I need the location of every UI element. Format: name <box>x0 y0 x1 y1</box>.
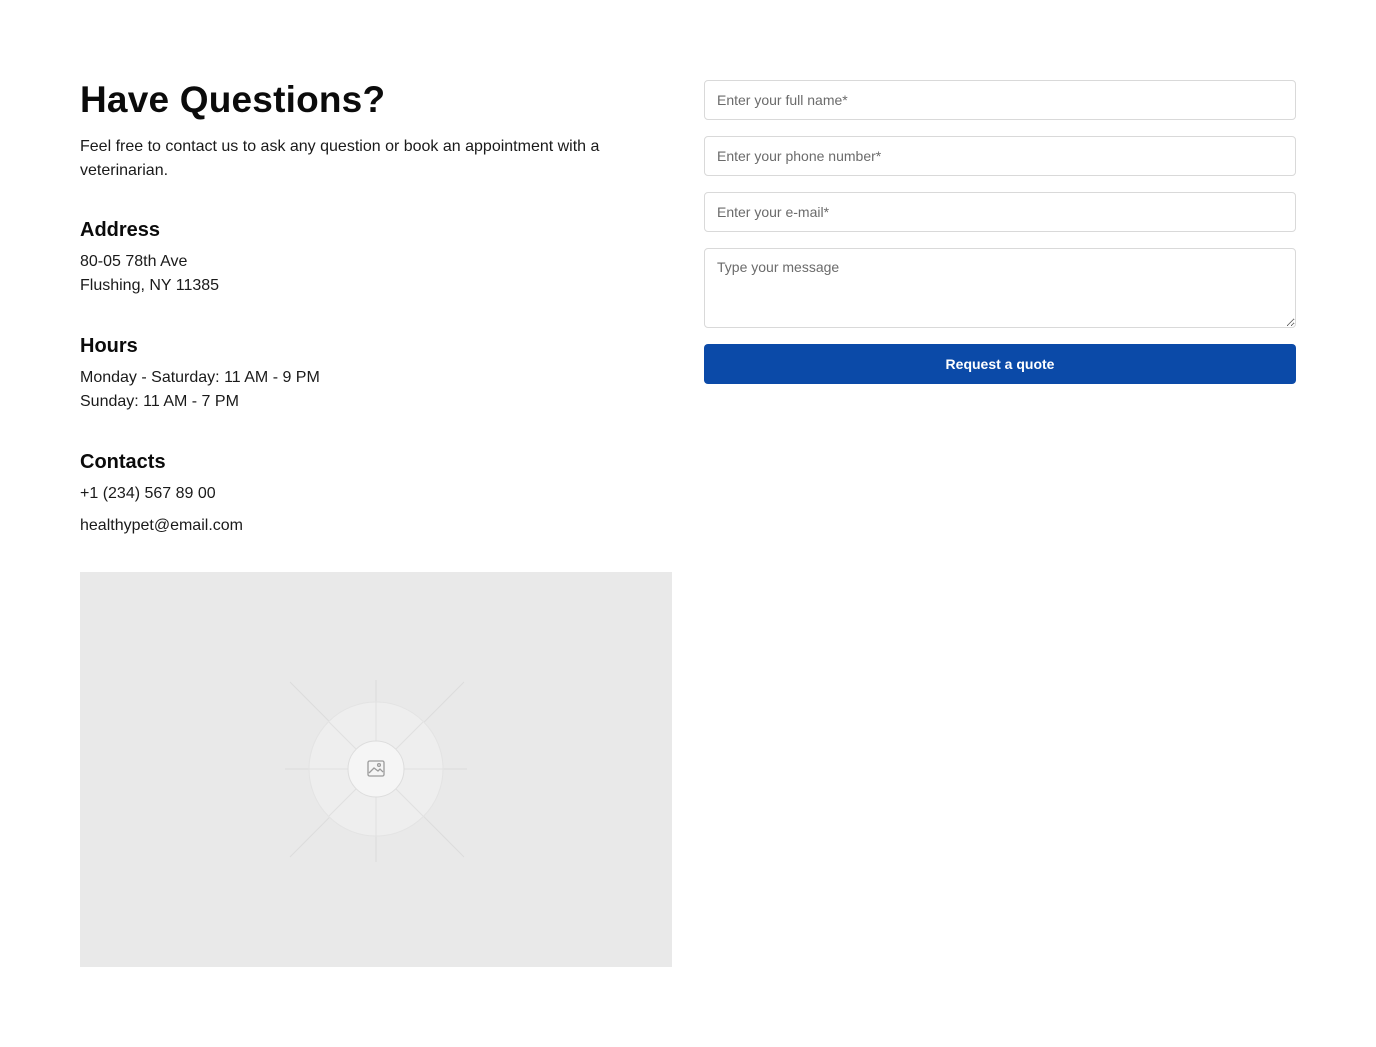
hours-line-weekdays: Monday - Saturday: 11 AM - 9 PM <box>80 369 320 386</box>
address-line-2: Flushing, NY 11385 <box>80 277 220 294</box>
address-heading: Address <box>80 219 161 241</box>
email-link[interactable]: healthypet@email.com <box>80 514 243 538</box>
address-section: Address 80-05 78th Ave Flushing, NY 1138… <box>80 216 219 298</box>
page-title: Have Questions? <box>80 79 386 120</box>
hours-heading: Hours <box>80 335 138 357</box>
contacts-section: Contacts +1 (234) 567 89 00 healthypet@e… <box>80 448 243 538</box>
image-placeholder-icon <box>285 680 467 862</box>
phone-number-input[interactable] <box>704 136 1296 176</box>
contacts-heading: Contacts <box>80 451 166 473</box>
hours-line-sunday: Sunday: 11 AM - 7 PM <box>80 393 239 410</box>
phone-link[interactable]: +1 (234) 567 89 00 <box>80 482 243 506</box>
map-image-placeholder <box>80 572 672 967</box>
quote-form: Request a quote <box>704 80 1296 384</box>
request-quote-button[interactable]: Request a quote <box>704 344 1296 384</box>
contact-info: Have Questions? Feel free to contact us … <box>80 76 672 534</box>
address-line-1: 80-05 78th Ave <box>80 253 188 270</box>
hours-section: Hours Monday - Saturday: 11 AM - 9 PM Su… <box>80 332 320 414</box>
full-name-input[interactable] <box>704 80 1296 120</box>
contact-page: Have Questions? Feel free to contact us … <box>0 0 1376 1047</box>
intro-text: Feel free to contact us to ask any quest… <box>80 138 600 179</box>
message-textarea[interactable] <box>704 248 1296 328</box>
email-input[interactable] <box>704 192 1296 232</box>
